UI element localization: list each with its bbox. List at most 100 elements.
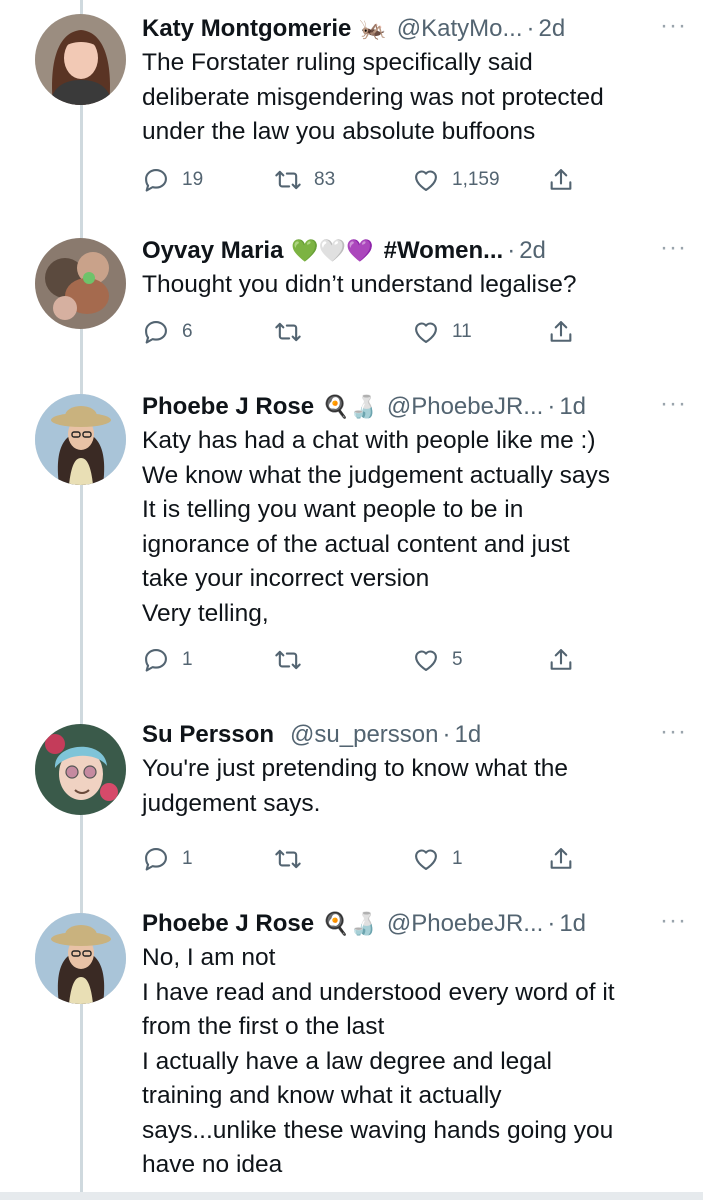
like-button[interactable]: 5 — [412, 646, 463, 674]
reply-count: 19 — [182, 169, 204, 190]
tweet-text-line: judgement says. — [142, 789, 321, 817]
tweet-text: Thought you didn’t understand legalise? — [142, 268, 683, 303]
name-emoji: 💚🤍💜 — [291, 238, 374, 263]
tweet-text-line: from the first o the last — [142, 1013, 385, 1040]
name-emoji: 🦗 — [359, 16, 387, 41]
heart-icon — [415, 650, 437, 671]
timestamp[interactable]: 2d — [539, 15, 566, 43]
reply-count: 6 — [182, 321, 193, 342]
tweet-text-line: take your incorrect version — [142, 565, 430, 592]
reply-button[interactable]: 1 — [142, 646, 193, 674]
like-button[interactable]: 11 — [412, 318, 472, 346]
reply-icon — [145, 848, 167, 871]
like-count: 11 — [452, 321, 472, 342]
avatar[interactable] — [35, 14, 126, 105]
avatar[interactable] — [35, 724, 126, 815]
heart-icon — [415, 322, 437, 343]
tweet-text-line: deliberate misgendering was not protecte… — [142, 83, 604, 111]
share-button[interactable] — [547, 845, 575, 873]
separator-dot: · — [442, 721, 451, 748]
retweet-icon — [275, 650, 301, 670]
avatar[interactable] — [35, 394, 126, 485]
retweet-button[interactable]: 83 — [274, 166, 335, 194]
tweet-text: You're just pretending to know what the … — [142, 752, 683, 821]
reply-count: 1 — [182, 649, 193, 670]
tweet-text-line: under the law you absolute buffoons — [142, 118, 536, 145]
separator-dot: · — [547, 393, 556, 420]
author-name[interactable]: Phoebe J Rose — [142, 393, 314, 421]
separator-dot: · — [547, 910, 556, 937]
reply-count: 1 — [182, 848, 193, 869]
timestamp[interactable]: 2d — [519, 237, 546, 265]
tweet[interactable]: Phoebe J Rose 🍳🍶 @PhoebeJR... · 1d ··· K… — [0, 380, 703, 710]
separator-dot: · — [507, 237, 516, 264]
timestamp[interactable]: 1d — [559, 393, 586, 421]
bottom-divider — [0, 1192, 703, 1200]
tweet-text-line: I have read and understood every word of… — [142, 978, 615, 1006]
name-emoji: 🍳🍶 — [322, 911, 377, 936]
tweet-text-line: The Forstater ruling specifically said — [142, 49, 533, 76]
reply-icon — [145, 649, 167, 672]
share-icon — [550, 169, 572, 190]
share-button[interactable] — [547, 318, 575, 346]
more-icon[interactable]: ··· — [660, 234, 687, 262]
retweet-button[interactable] — [274, 646, 314, 674]
tweet[interactable]: Phoebe J Rose 🍳🍶 @PhoebeJR... · 1d ··· N… — [0, 905, 703, 1200]
tweet[interactable]: Su Persson @su_persson · 1d ··· You're j… — [0, 710, 703, 905]
author-name[interactable]: Katy Montgomerie — [142, 15, 351, 43]
reply-icon — [145, 321, 167, 344]
tweet-text-line: It is telling you want people to be in — [142, 496, 524, 523]
share-button[interactable] — [547, 166, 575, 194]
retweet-icon — [275, 849, 301, 869]
reply-button[interactable]: 1 — [142, 845, 193, 873]
author-handle[interactable]: @KatyMo... — [397, 15, 523, 43]
avatar[interactable] — [35, 913, 126, 1004]
tweet-text-line: says...unlike these waving hands going y… — [142, 1116, 614, 1144]
tweet-text-line: Thought you didn’t understand legalise? — [142, 271, 577, 298]
author-name[interactable]: Oyvay Maria — [142, 237, 283, 265]
retweet-icon — [275, 322, 301, 342]
retweet-count: 83 — [314, 169, 336, 190]
reply-button[interactable]: 6 — [142, 318, 193, 346]
like-button[interactable]: 1,159 — [412, 166, 500, 194]
author-handle[interactable]: @PhoebeJR... — [387, 910, 543, 938]
tweet-text-line: No, I am not — [142, 944, 276, 971]
author-handle[interactable]: @su_persson — [290, 721, 438, 749]
retweet-button[interactable] — [274, 845, 314, 873]
tweet-text: No, I am not I have read and understood … — [142, 941, 683, 1183]
like-button[interactable]: 1 — [412, 845, 463, 873]
reply-button[interactable]: 19 — [142, 166, 203, 194]
reply-icon — [145, 169, 167, 192]
author-name[interactable]: Phoebe J Rose — [142, 910, 314, 938]
avatar[interactable] — [35, 238, 126, 329]
retweet-button[interactable] — [274, 318, 314, 346]
heart-icon — [415, 849, 437, 870]
tweet-text: Katy has had a chat with people like me … — [142, 424, 683, 631]
name-emoji: 🍳🍶 — [322, 394, 377, 419]
more-icon[interactable]: ··· — [660, 907, 687, 935]
timestamp[interactable]: 1d — [559, 910, 586, 938]
tweet-text-line: ignorance of the actual content and just — [142, 530, 570, 558]
author-handle[interactable]: @PhoebeJR... — [387, 393, 543, 421]
tweet-text: The Forstater ruling specifically said d… — [142, 46, 683, 150]
more-icon[interactable]: ··· — [660, 390, 687, 418]
author-handle[interactable]: #Women... — [384, 237, 504, 265]
like-count: 5 — [452, 649, 463, 670]
retweet-icon — [275, 170, 301, 190]
more-icon[interactable]: ··· — [660, 12, 687, 40]
tweet-text-line: We know what the judgement actually says — [142, 461, 611, 489]
share-icon — [550, 649, 572, 670]
author-name[interactable]: Su Persson — [142, 721, 274, 749]
share-button[interactable] — [547, 646, 575, 674]
tweet-text-line: I actually have a law degree and legal — [142, 1047, 552, 1075]
like-count: 1,159 — [452, 169, 500, 190]
tweet[interactable]: Oyvay Maria 💚🤍💜 #Women... · 2d ··· Thoug… — [0, 230, 703, 380]
like-count: 1 — [452, 848, 463, 869]
tweet-text-line: have no idea — [142, 1151, 283, 1178]
share-icon — [550, 848, 572, 869]
more-icon[interactable]: ··· — [660, 718, 687, 746]
tweet-text-line: Very telling, — [142, 599, 269, 627]
tweet-text-line: training and know what it actually — [142, 1082, 502, 1109]
timestamp[interactable]: 1d — [455, 721, 482, 749]
tweet[interactable]: Katy Montgomerie 🦗 @KatyMo... · 2d ··· T… — [0, 0, 703, 230]
